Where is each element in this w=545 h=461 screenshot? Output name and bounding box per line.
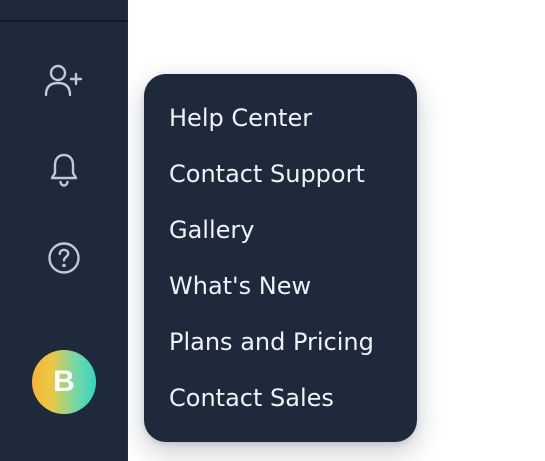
sidebar-divider (0, 20, 128, 22)
menu-item-gallery[interactable]: Gallery (144, 202, 417, 258)
sidebar: B (0, 0, 128, 461)
menu-item-help-center[interactable]: Help Center (144, 90, 417, 146)
avatar[interactable]: B (32, 350, 96, 414)
bell-icon (47, 151, 81, 189)
menu-item-plans-and-pricing[interactable]: Plans and Pricing (144, 314, 417, 370)
menu-item-contact-sales[interactable]: Contact Sales (144, 370, 417, 426)
add-user-button[interactable] (40, 58, 88, 106)
add-user-icon (42, 62, 86, 102)
help-circle-icon (46, 240, 82, 276)
help-button[interactable] (40, 234, 88, 282)
menu-item-contact-support[interactable]: Contact Support (144, 146, 417, 202)
avatar-initial: B (53, 365, 75, 398)
menu-item-whats-new[interactable]: What's New (144, 258, 417, 314)
notifications-button[interactable] (40, 146, 88, 194)
help-menu: Help Center Contact Support Gallery What… (144, 74, 417, 442)
